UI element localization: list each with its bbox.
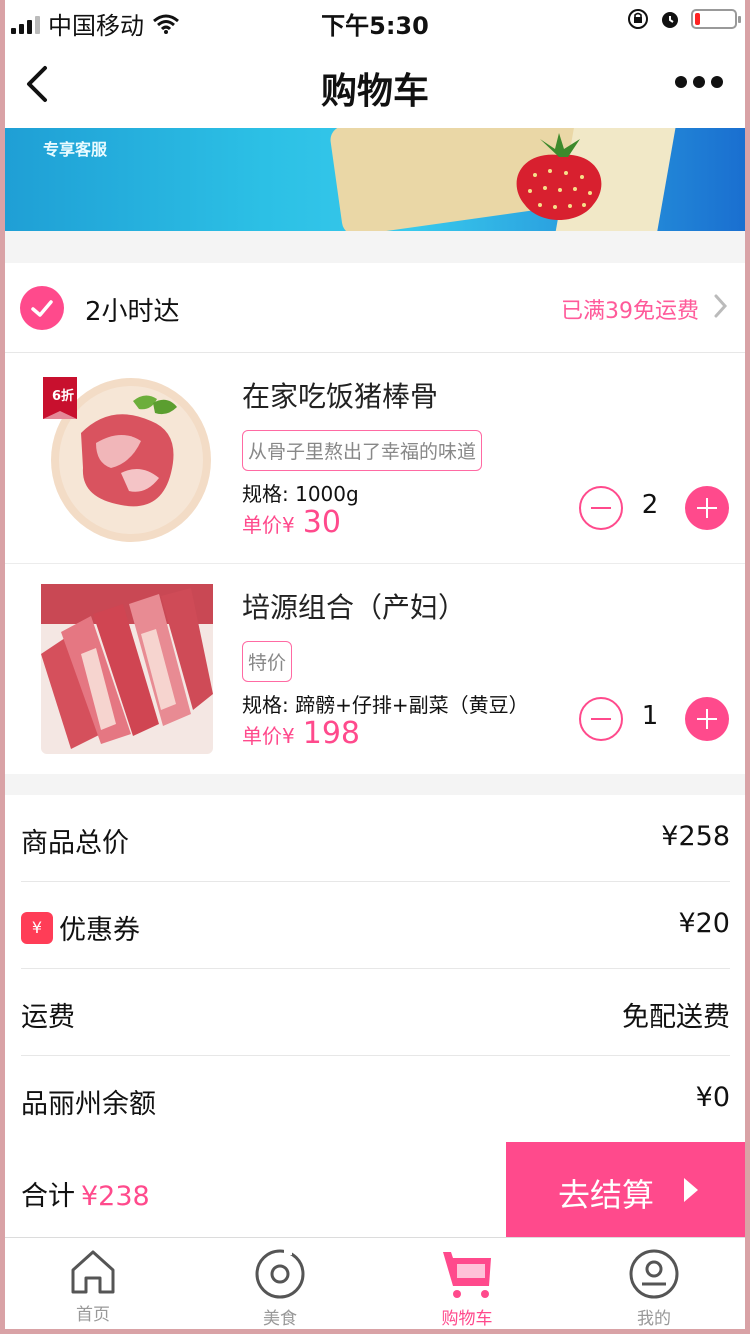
price-value: 30 bbox=[302, 505, 341, 540]
strawberry-icon bbox=[516, 133, 602, 220]
product-image-pork-ribs[interactable] bbox=[41, 584, 213, 754]
checkout-button[interactable]: 去结算 bbox=[506, 1142, 745, 1237]
coupon-icon: ¥ bbox=[21, 911, 53, 944]
product-name[interactable]: 培源组合（产妇） bbox=[242, 586, 466, 626]
summary-label: 优惠券 bbox=[59, 915, 140, 946]
order-summary: 商品总价 ¥258 ¥ 优惠券 ¥20 运费 免配送费 品丽州余额 ¥0 bbox=[5, 795, 745, 1143]
home-icon bbox=[71, 1250, 115, 1294]
cart-icon bbox=[443, 1252, 491, 1298]
free-shipping-note[interactable]: 已满39免运费 bbox=[561, 293, 699, 325]
profile-icon bbox=[629, 1249, 679, 1299]
screen: 中国移动 下午5:30 购物车 专享客服 2小时达 已满39免运费 6折 在家吃… bbox=[5, 0, 745, 1329]
summary-value: ¥20 bbox=[678, 908, 730, 939]
food-icon bbox=[255, 1249, 305, 1299]
orientation-lock-icon bbox=[628, 9, 648, 29]
delivery-group-header: 2小时达 已满39免运费 bbox=[5, 263, 745, 353]
tab-label: 首页 bbox=[76, 1305, 110, 1325]
total-amount: ¥238 bbox=[81, 1181, 150, 1212]
checkout-bar: 合计 ¥238 去结算 bbox=[5, 1142, 745, 1237]
summary-value: 免配送费 bbox=[622, 1002, 730, 1033]
bottom-tab-bar: 首页 美食 购物车 我的 bbox=[5, 1237, 745, 1329]
more-menu-icon[interactable] bbox=[675, 76, 723, 88]
product-price: 单价¥ 198 bbox=[242, 716, 360, 751]
alarm-icon bbox=[662, 12, 678, 28]
chevron-right-icon[interactable] bbox=[713, 291, 729, 321]
quantity-stepper: 2 bbox=[579, 486, 729, 534]
play-arrow-icon bbox=[684, 1178, 698, 1202]
price-label: 单价¥ bbox=[242, 724, 295, 748]
quantity-value: 2 bbox=[641, 490, 659, 520]
device-frame: 中国移动 下午5:30 购物车 专享客服 2小时达 已满39免运费 6折 在家吃… bbox=[0, 0, 750, 1334]
page-title: 购物车 bbox=[320, 71, 429, 112]
status-bar: 中国移动 下午5:30 bbox=[5, 0, 745, 42]
tab-label: 美食 bbox=[263, 1309, 297, 1329]
delivery-label: 2小时达 bbox=[85, 297, 180, 327]
quantity-stepper: 1 bbox=[579, 697, 729, 745]
tab-cart[interactable]: 购物车 bbox=[392, 1248, 542, 1329]
tab-home[interactable]: 首页 bbox=[18, 1248, 168, 1325]
summary-value: ¥258 bbox=[661, 821, 730, 852]
decrease-quantity-button[interactable] bbox=[579, 697, 623, 741]
group-select-checkbox[interactable] bbox=[20, 286, 64, 330]
product-price: 单价¥ 30 bbox=[242, 505, 341, 540]
summary-row-subtotal: 商品总价 ¥258 bbox=[21, 795, 730, 882]
summary-row-shipping: 运费 免配送费 bbox=[21, 969, 730, 1056]
tab-label: 购物车 bbox=[441, 1309, 493, 1329]
status-right bbox=[627, 8, 741, 30]
increase-quantity-button[interactable] bbox=[685, 486, 729, 530]
checkout-label: 去结算 bbox=[558, 1176, 655, 1214]
summary-row-balance: 品丽州余额 ¥0 bbox=[21, 1056, 730, 1143]
summary-label: 运费 bbox=[21, 1002, 75, 1033]
coupon-label-group: ¥ 优惠券 bbox=[21, 908, 140, 947]
decrease-quantity-button[interactable] bbox=[579, 486, 623, 530]
battery-icon bbox=[691, 9, 741, 29]
summary-label: 品丽州余额 bbox=[21, 1089, 156, 1120]
summary-row-coupon[interactable]: ¥ 优惠券 ¥20 bbox=[21, 882, 730, 969]
price-label: 单价¥ bbox=[242, 513, 295, 537]
tab-food[interactable]: 美食 bbox=[205, 1248, 355, 1329]
nav-bar: 购物车 bbox=[5, 42, 745, 128]
product-spec: 规格: 1000g bbox=[242, 482, 359, 506]
tab-profile[interactable]: 我的 bbox=[579, 1248, 729, 1329]
total-label: 合计 bbox=[21, 1181, 75, 1212]
tab-label: 我的 bbox=[637, 1309, 671, 1329]
product-tag: 从骨子里熬出了幸福的味道 bbox=[242, 430, 483, 471]
price-value: 198 bbox=[302, 716, 360, 751]
summary-label: 商品总价 bbox=[21, 828, 129, 859]
cart-item: 6折 在家吃饭猪棒骨 从骨子里熬出了幸福的味道 规格: 1000g 单价¥ 30 … bbox=[5, 353, 745, 564]
summary-value: ¥0 bbox=[695, 1082, 730, 1113]
order-total: 合计 ¥238 bbox=[21, 1174, 150, 1213]
cart-item: 培源组合（产妇） 特价 规格: 蹄髈+仔排+副菜（黄豆） 单价¥ 198 1 bbox=[5, 564, 745, 774]
product-tag: 特价 bbox=[242, 641, 293, 682]
product-name[interactable]: 在家吃饭猪棒骨 bbox=[242, 375, 438, 415]
quantity-value: 1 bbox=[641, 701, 659, 731]
discount-badge: 6折 bbox=[51, 389, 75, 404]
banner-text: 专享客服 bbox=[43, 140, 108, 159]
promo-banner[interactable]: 专享客服 bbox=[5, 128, 745, 231]
increase-quantity-button[interactable] bbox=[685, 697, 729, 741]
product-spec: 规格: 蹄髈+仔排+副菜（黄豆） bbox=[242, 693, 529, 717]
check-icon bbox=[31, 300, 53, 317]
